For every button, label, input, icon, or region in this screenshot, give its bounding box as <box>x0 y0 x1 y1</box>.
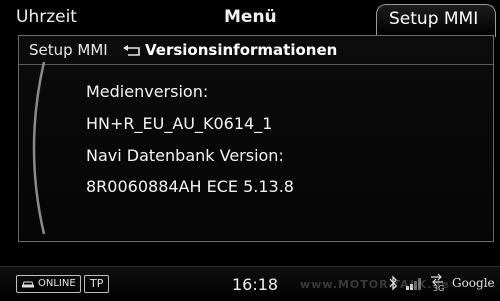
media-version-value: HN+R_EU_AU_K0614_1 <box>86 114 273 133</box>
tab-uhrzeit[interactable]: Uhrzeit <box>16 7 77 27</box>
tab-setup-mmi-label: Setup MMI <box>389 9 479 29</box>
page-title: Versionsinformationen <box>145 41 338 59</box>
online-label: ONLINE <box>38 278 76 289</box>
breadcrumb-parent[interactable]: Setup MMI <box>29 41 108 59</box>
scroll-arc-decoration <box>32 61 46 235</box>
media-version-label: Medienversion: <box>86 82 209 101</box>
navi-db-version-label: Navi Datenbank Version: <box>86 146 284 165</box>
clock: 16:18 <box>232 275 279 294</box>
breadcrumb: Setup MMI Versionsinformationen <box>19 36 493 65</box>
content-panel: Setup MMI Versionsinformationen <box>18 35 494 242</box>
return-arrow-icon[interactable] <box>122 44 142 58</box>
car-icon <box>22 281 34 288</box>
watermark: www.MOTOR-TALK.de <box>300 278 450 291</box>
top-tab-bar: Uhrzeit Menü Setup MMI <box>0 0 500 37</box>
online-badge: ONLINE <box>16 275 81 293</box>
tab-menu[interactable]: Menü <box>224 7 277 27</box>
tab-setup-mmi[interactable]: Setup MMI <box>376 4 496 37</box>
tp-badge: TP <box>84 275 110 293</box>
navi-db-version-value: 8R0060884AH ECE 5.13.8 <box>86 177 294 196</box>
google-logo: Google <box>452 276 495 290</box>
